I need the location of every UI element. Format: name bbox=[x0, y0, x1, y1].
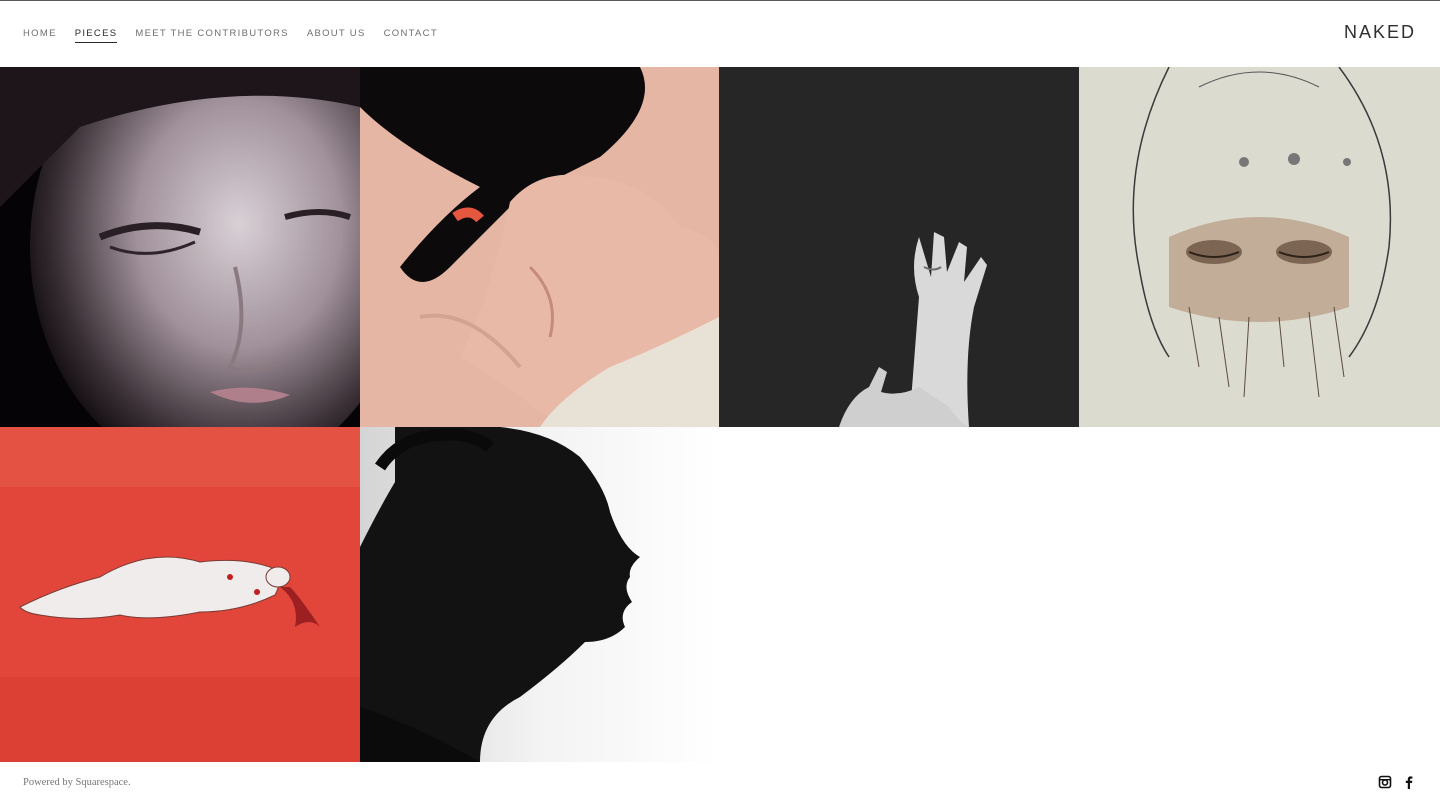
hands-image bbox=[719, 67, 1079, 427]
nav-contact[interactable]: CONTACT bbox=[384, 28, 438, 43]
facebook-link[interactable] bbox=[1402, 775, 1416, 794]
gallery-item-painted-embrace[interactable] bbox=[360, 67, 719, 427]
main-nav: HOME PIECES MEET THE CONTRIBUTORS ABOUT … bbox=[23, 28, 456, 43]
gallery-item-hands[interactable] bbox=[719, 67, 1079, 427]
site-logo[interactable]: NAKED bbox=[1344, 22, 1416, 43]
nav-home[interactable]: HOME bbox=[23, 28, 57, 43]
gallery-item-profile[interactable] bbox=[360, 427, 719, 762]
drawn-face-image bbox=[1079, 67, 1440, 427]
painted-embrace-image bbox=[360, 67, 719, 427]
woman-face-image bbox=[0, 67, 360, 427]
gallery-item-red-figure[interactable] bbox=[0, 427, 360, 762]
nav-meet-the-contributors[interactable]: MEET THE CONTRIBUTORS bbox=[135, 28, 288, 43]
profile-image bbox=[360, 427, 719, 762]
nav-pieces[interactable]: PIECES bbox=[74, 28, 118, 43]
red-figure-image bbox=[0, 427, 360, 762]
powered-by: Powered by Squarespace. bbox=[23, 777, 131, 788]
instagram-icon bbox=[1378, 775, 1392, 789]
nav-about-us[interactable]: ABOUT US bbox=[307, 28, 366, 43]
social-links bbox=[1378, 775, 1416, 794]
facebook-icon bbox=[1402, 775, 1416, 789]
gallery-item-woman-face[interactable] bbox=[0, 67, 360, 427]
site-header: HOME PIECES MEET THE CONTRIBUTORS ABOUT … bbox=[0, 1, 1440, 67]
gallery-item-drawn-face[interactable] bbox=[1079, 67, 1440, 427]
instagram-link[interactable] bbox=[1378, 775, 1392, 794]
